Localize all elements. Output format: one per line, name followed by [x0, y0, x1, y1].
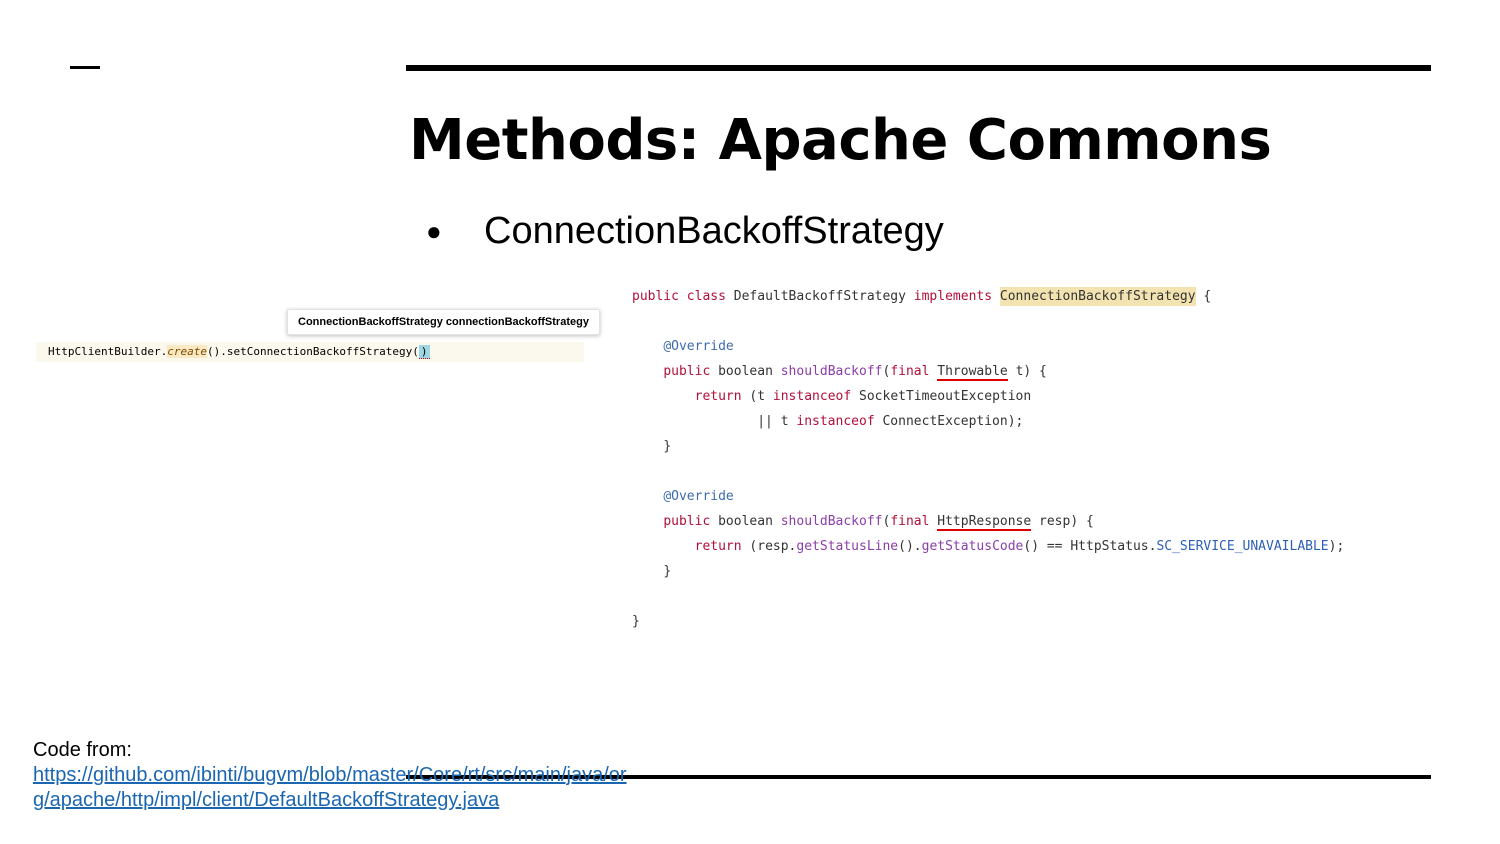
code-line-method1-sig: public boolean shouldBackoff(final Throw… — [663, 364, 1047, 381]
code-line-class-close: } — [632, 614, 640, 629]
snippet-create-call: create — [167, 345, 207, 358]
code-line-annotation: @Override — [663, 339, 734, 354]
source-link[interactable]: https://github.com/ibinti/bugvm/blob/mas… — [33, 763, 633, 813]
snippet-prefix: HttpClientBuilder. — [48, 345, 168, 358]
bullet-marker: ● — [426, 216, 442, 246]
source-footer: Code from: https://github.com/ibinti/bug… — [33, 738, 633, 813]
bullet-text: ConnectionBackoffStrategy — [484, 210, 944, 252]
code-line-class-decl: public class DefaultBackoffStrategy impl… — [632, 287, 1212, 306]
code-line-method1-or: || t instanceof ConnectException); — [757, 414, 1024, 429]
parameter-hint-tooltip: ConnectionBackoffStrategy connectionBack… — [287, 309, 600, 335]
code-listing: public class DefaultBackoffStrategy impl… — [632, 284, 1344, 634]
throwable-underline: Throwable — [937, 364, 1008, 381]
code-line-method2-return: return (resp.getStatusLine().getStatusCo… — [694, 539, 1345, 554]
code-line-method1-return: return (t instanceof SocketTimeoutExcept… — [694, 389, 1032, 404]
text-caret: ) — [418, 345, 430, 359]
title-top-rule — [406, 65, 1431, 71]
ide-code-snippet: HttpClientBuilder.create().setConnection… — [36, 342, 584, 362]
source-label: Code from: — [33, 739, 132, 761]
code-line-method2-sig: public boolean shouldBackoff(final HttpR… — [663, 514, 1094, 531]
code-line-close: } — [663, 564, 672, 579]
slide-title: Methods: Apache Commons — [409, 108, 1272, 173]
snippet-suffix: ().setConnectionBackoffStrategy( — [206, 345, 419, 358]
code-line-close: } — [663, 439, 672, 454]
code-line-annotation: @Override — [663, 489, 734, 504]
interface-highlight: ConnectionBackoffStrategy — [999, 287, 1196, 306]
bullet-item: ● ConnectionBackoffStrategy — [426, 210, 944, 253]
httpresponse-underline: HttpResponse — [937, 514, 1032, 531]
slide-dash-decoration — [70, 66, 100, 69]
